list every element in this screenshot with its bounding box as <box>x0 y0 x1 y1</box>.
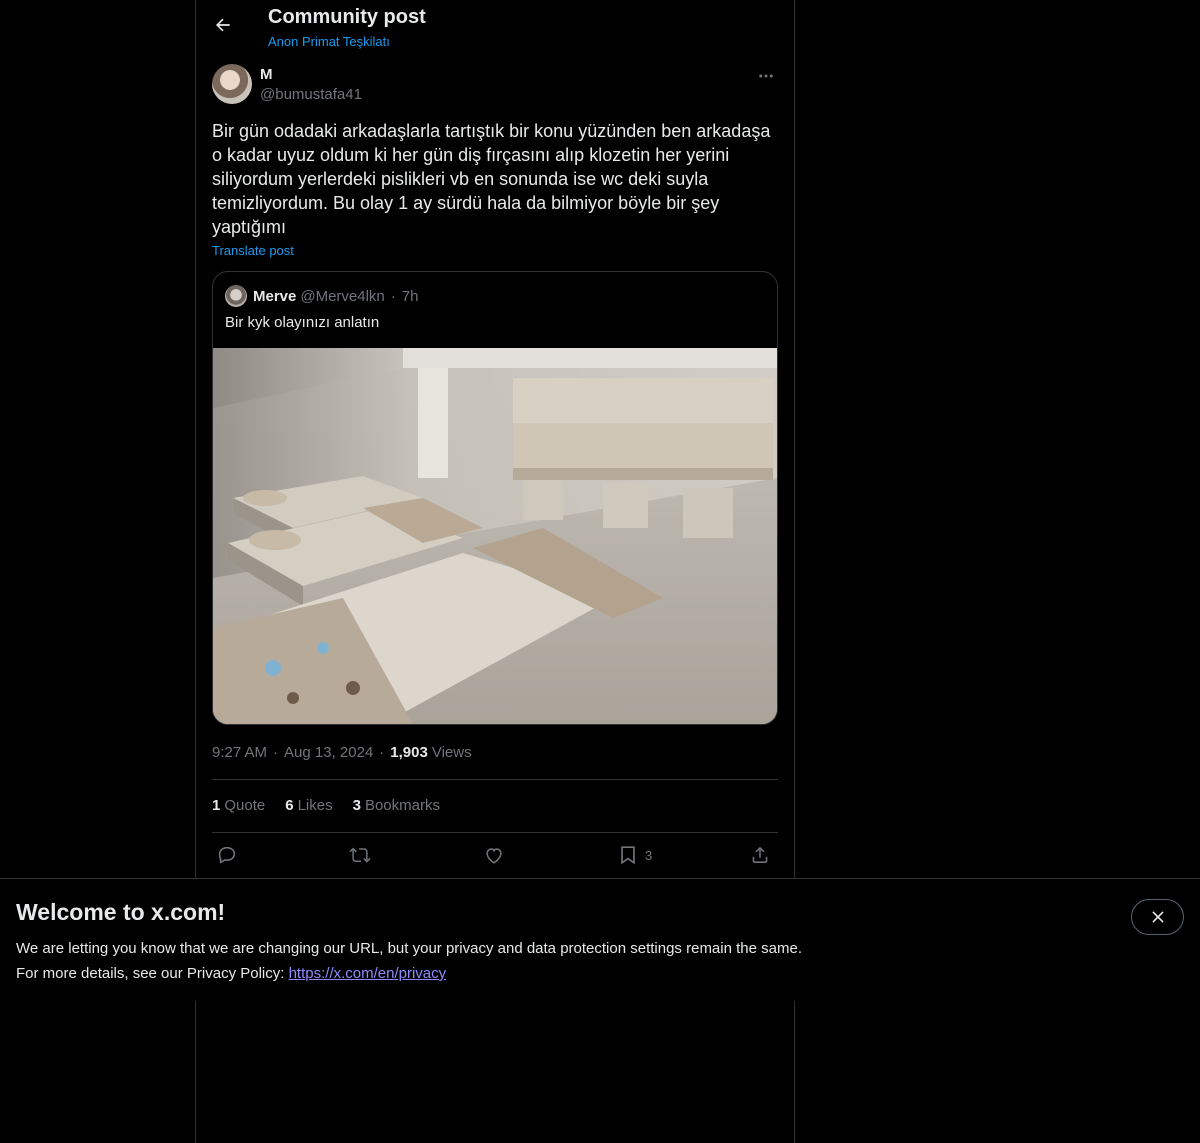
bookmark-count: 3 <box>645 847 653 863</box>
divider <box>212 832 778 833</box>
back-button[interactable] <box>206 8 240 42</box>
more-options-button[interactable] <box>754 64 778 88</box>
quoted-post[interactable]: Merve @Merve4lkn · 7h Bir kyk olayınızı … <box>212 271 778 725</box>
post-author: M @bumustafa41 <box>212 64 778 108</box>
likes-stat[interactable]: 6 Likes <box>285 797 332 814</box>
dorm-room-photo[interactable] <box>213 348 777 724</box>
reply-icon <box>218 846 236 864</box>
quoted-post-text: Bir kyk olayınızı anlatın <box>225 314 380 331</box>
views-label: Views <box>431 744 472 761</box>
bookmarks-stat[interactable]: 3 Bookmarks <box>353 797 440 814</box>
reply-button[interactable] <box>216 844 238 866</box>
heart-icon <box>486 848 502 864</box>
repost-icon <box>349 847 371 863</box>
quoted-author-name[interactable]: Merve <box>253 288 296 305</box>
quoted-post-header: Merve @Merve4lkn · 7h <box>225 285 418 307</box>
post-actions: 3 <box>212 842 778 872</box>
banner-line-2: For more details, see our Privacy Policy… <box>16 965 447 982</box>
post-meta: 9:27 AM · Aug 13, 2024 · 1,903 Views <box>212 744 472 761</box>
views-count: 1,903 <box>390 744 428 761</box>
avatar[interactable] <box>212 64 252 104</box>
page-title: Community post <box>268 6 426 28</box>
bookmark-icon <box>621 846 635 865</box>
banner-title: Welcome to x.com! <box>16 899 226 925</box>
banner-line-1: We are letting you know that we are chan… <box>16 940 802 957</box>
page-header: Community post Anon Primat Teşkilatı <box>196 0 794 56</box>
privacy-policy-link[interactable]: https://x.com/en/privacy <box>289 965 447 982</box>
post-time[interactable]: 9:27 AM <box>212 744 267 761</box>
banner-text: We are letting you know that we are chan… <box>16 936 1016 986</box>
close-banner-button[interactable] <box>1131 899 1184 935</box>
quoted-post-time[interactable]: 7h <box>402 288 419 305</box>
more-icon <box>759 74 773 78</box>
repost-button[interactable] <box>349 844 371 866</box>
divider <box>212 779 778 780</box>
author-handle[interactable]: @bumustafa41 <box>260 86 362 103</box>
separator-dot: · <box>390 287 396 305</box>
quoted-author-handle[interactable]: @Merve4lkn <box>300 288 384 305</box>
like-button[interactable] <box>483 844 505 866</box>
share-icon <box>752 846 768 863</box>
share-button[interactable] <box>749 844 771 866</box>
quoted-avatar[interactable] <box>225 285 247 307</box>
post-text: Bir gün odadaki arkadaşlarla tartıştık b… <box>212 121 771 237</box>
translate-post-link[interactable]: Translate post <box>212 243 294 258</box>
close-icon <box>1152 911 1163 923</box>
arrow-left-icon <box>216 18 230 32</box>
post-stats: 1 Quote 6 Likes 3 Bookmarks <box>212 797 440 814</box>
author-name[interactable]: M <box>260 66 273 83</box>
post-date[interactable]: Aug 13, 2024 <box>284 744 373 761</box>
welcome-banner: Welcome to x.com! We are letting you kno… <box>0 878 1200 1001</box>
community-link[interactable]: Anon Primat Teşkilatı <box>268 34 390 49</box>
bookmark-button[interactable]: 3 <box>617 844 652 866</box>
quotes-stat[interactable]: 1 Quote <box>212 797 265 814</box>
